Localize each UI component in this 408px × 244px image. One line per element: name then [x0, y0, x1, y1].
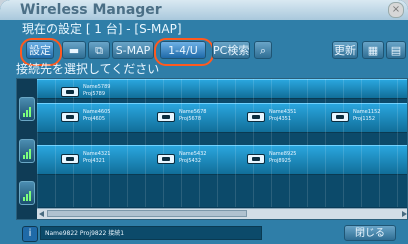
selected-device-info: Name9822 Proj9822 接続1: [40, 226, 262, 240]
device-map-panel: Name5789 Proj5789 Name4605 Proj4605 Name56…: [16, 78, 408, 220]
projector-icon: [61, 87, 79, 97]
pc-search-label: PC検索: [213, 44, 250, 57]
device-label: Name5678 Proj5678: [179, 109, 207, 122]
update-button-label: 更新: [334, 44, 356, 57]
list-button[interactable]: ▤: [386, 41, 406, 59]
device-label: Name4351 Proj4351: [269, 109, 297, 122]
projector-icon: [157, 154, 175, 164]
device-grid: Name5789 Proj5789 Name4605 Proj4605 Name56…: [37, 79, 407, 207]
sidebar-signal-icon-2[interactable]: [19, 139, 35, 163]
scroll-thumb[interactable]: [47, 210, 247, 217]
device-label: Name4605 Proj4605: [83, 109, 111, 122]
device-item[interactable]: Name4605 Proj4605: [61, 107, 151, 129]
grid-button[interactable]: ▦: [362, 41, 384, 59]
device-item[interactable]: Name8925 Proj8925: [247, 149, 337, 171]
title-bar: Wireless Manager ×: [0, 0, 408, 20]
device-item[interactable]: Name4321 Proj4321: [61, 149, 151, 171]
device-label: Name1152 Proj1152: [353, 109, 381, 122]
projector-icon: [61, 112, 79, 122]
bottom-bar: i Name9822 Proj9822 接続1 閉じる: [0, 222, 408, 244]
split-highlight-ring: [154, 38, 214, 66]
select-destination-prompt: 接続先を選択してください: [16, 62, 160, 76]
network-view-icon: ⧉: [95, 44, 103, 57]
device-item[interactable]: Name5432 Proj5432: [157, 149, 247, 171]
device-view-button[interactable]: ▬: [62, 41, 86, 59]
update-button[interactable]: 更新: [332, 41, 358, 59]
close-window-icon[interactable]: ×: [388, 2, 404, 18]
sidebar-signal-icon-1[interactable]: [19, 97, 35, 121]
horizontal-scrollbar[interactable]: [37, 208, 407, 219]
projector-icon: [247, 154, 265, 164]
pc-search-button[interactable]: PC検索: [212, 41, 250, 59]
device-item[interactable]: Name4351 Proj4351: [247, 107, 337, 129]
projector-icon: [157, 112, 175, 122]
scroll-right-icon[interactable]: [402, 211, 407, 217]
projector-icon: [331, 112, 349, 122]
search-icon: ⌕: [259, 44, 267, 57]
device-sidebar: [17, 79, 38, 219]
current-settings-status: 現在の設定 [ 1 台] - [S-MAP]: [22, 22, 182, 36]
sidebar-signal-icon-3[interactable]: [19, 181, 35, 205]
scroll-left-icon[interactable]: [39, 211, 44, 217]
grid-icon: ▦: [367, 44, 379, 57]
projector-icon: [247, 112, 265, 122]
device-item[interactable]: Name5678 Proj5678: [157, 107, 247, 129]
device-label: Name8925 Proj8925: [269, 151, 297, 164]
search-button[interactable]: ⌕: [254, 41, 272, 59]
window-title: Wireless Manager: [20, 2, 162, 18]
smap-button[interactable]: S-MAP: [112, 41, 154, 59]
list-icon: ▤: [390, 44, 402, 57]
device-view-icon: ▬: [68, 44, 80, 57]
device-label: Name5789 Proj5789: [83, 84, 111, 97]
device-label: Name4321 Proj4321: [83, 151, 111, 164]
network-view-button[interactable]: ⧉: [88, 41, 110, 59]
device-item[interactable]: Name1152 Proj1152: [331, 107, 407, 129]
device-item[interactable]: Name5789 Proj5789: [61, 82, 151, 104]
close-button-label: 閉じる: [355, 228, 385, 239]
info-icon[interactable]: i: [22, 226, 38, 242]
projector-icon: [61, 154, 79, 164]
device-label: Name5432 Proj5432: [179, 151, 207, 164]
smap-button-label: S-MAP: [115, 44, 151, 57]
toolbar: 設定 ▬ ⧉ S-MAP 1-4/U PC検索 ⌕ 更新 ▦ ▤: [0, 38, 408, 66]
wireless-manager-window: Wireless Manager × 現在の設定 [ 1 台] - [S-MAP…: [0, 0, 408, 244]
close-button[interactable]: 閉じる: [344, 225, 396, 241]
